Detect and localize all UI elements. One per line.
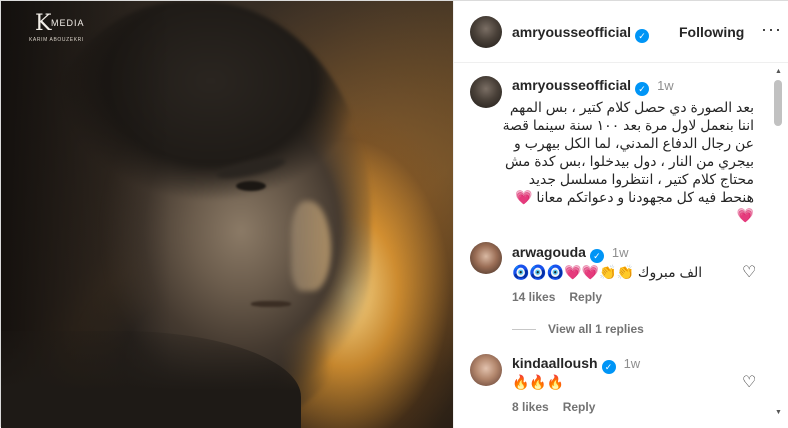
caption-line: بيجري من النار ، دول بيدخلوا ،بس كدة مش [504,153,754,169]
scrollbar-thumb[interactable] [774,80,782,126]
image-eye [236,181,266,191]
comment-text: الف مبروك 👏👏💗💗🧿🧿🧿 [512,264,703,280]
comment-reply-button[interactable]: Reply [569,290,602,304]
comment-likes[interactable]: 8 likes [512,400,549,414]
caption-line: هنحط فيه كل مجهودنا و دعواتكم معانا 💗 [515,189,754,205]
heart-outline-icon[interactable]: ♡ [742,262,756,282]
scroll-down-arrow-icon[interactable]: ▼ [775,409,782,416]
heart-outline-icon[interactable]: ♡ [742,372,756,392]
more-icon[interactable]: ··· [761,19,782,40]
comment-timestamp[interactable]: 1w [624,356,641,371]
instagram-post-modal: K MEDIA KARIM ABOUZEKRI amryousseofficia… [0,0,788,428]
caption-line: اننا بنعمل لاول مرة بعد ١٠٠ سنة سينما قص… [502,117,754,133]
logo-sub: KARIM ABOUZEKRI [29,37,84,43]
caption-line: محتاج كلام كتير ، انتظروا مسلسل جديد [528,171,754,187]
view-replies-button[interactable]: View all 1 replies [512,322,644,336]
verified-badge-icon: ✓ [635,82,650,96]
author-username-text[interactable]: amryousseofficial [512,24,631,40]
post-header: amryousseofficial ✓ Following ··· [454,1,788,63]
post-caption: بعد الصورة دي حصل كلام كتير ، بس المهم ا… [470,98,754,224]
comment-username[interactable]: arwagouda ✓ 1w [512,244,629,263]
logo-mark: K [35,11,52,36]
post-image[interactable]: K MEDIA KARIM ABOUZEKRI [1,1,453,428]
caption-line: عن رجال الدفاع المدني، لما الكل بيهرب و [514,135,754,151]
logo-word: MEDIA [51,18,85,28]
replies-line [512,329,536,331]
comment-timestamp[interactable]: 1w [612,245,629,260]
comment-avatar[interactable] [470,242,502,274]
comments-scroll-area[interactable]: amryousseofficial ✓ 1w بعد الصورة دي حصل ك… [454,64,788,428]
comment-username[interactable]: kindaalloush ✓ 1w [512,355,640,374]
comment-meta: 14 likes Reply [512,290,616,304]
verified-badge-icon: ✓ [635,29,650,43]
caption-timestamp[interactable]: 1w [657,78,674,93]
caption-line: 💗 [736,207,754,223]
caption-line: بعد الصورة دي حصل كلام كتير ، بس المهم [509,99,754,115]
comment-username-text[interactable]: kindaalloush [512,355,598,371]
author-avatar[interactable] [470,16,502,48]
caption-username[interactable]: amryousseofficial ✓ 1w [512,77,674,96]
comment-text: 🔥🔥🔥 [512,374,565,390]
comment-likes[interactable]: 14 likes [512,290,555,304]
following-button[interactable]: Following [679,24,744,40]
post-side-panel: amryousseofficial ✓ Following ··· amryous… [453,1,788,428]
verified-badge-icon: ✓ [589,249,604,263]
scroll-up-arrow-icon[interactable]: ▲ [775,68,782,75]
caption-username-text[interactable]: amryousseofficial [512,77,631,93]
comment-reply-button[interactable]: Reply [563,400,596,414]
view-replies-text[interactable]: View all 1 replies [548,322,644,336]
author-username[interactable]: amryousseofficial ✓ [512,24,650,43]
comment-meta: 8 likes Reply [512,400,609,414]
verified-badge-icon: ✓ [601,360,616,374]
watermark-logo: K MEDIA KARIM ABOUZEKRI [29,9,99,49]
comment-username-text[interactable]: arwagouda [512,244,586,260]
comment-avatar[interactable] [470,354,502,386]
image-mouth [251,301,291,307]
